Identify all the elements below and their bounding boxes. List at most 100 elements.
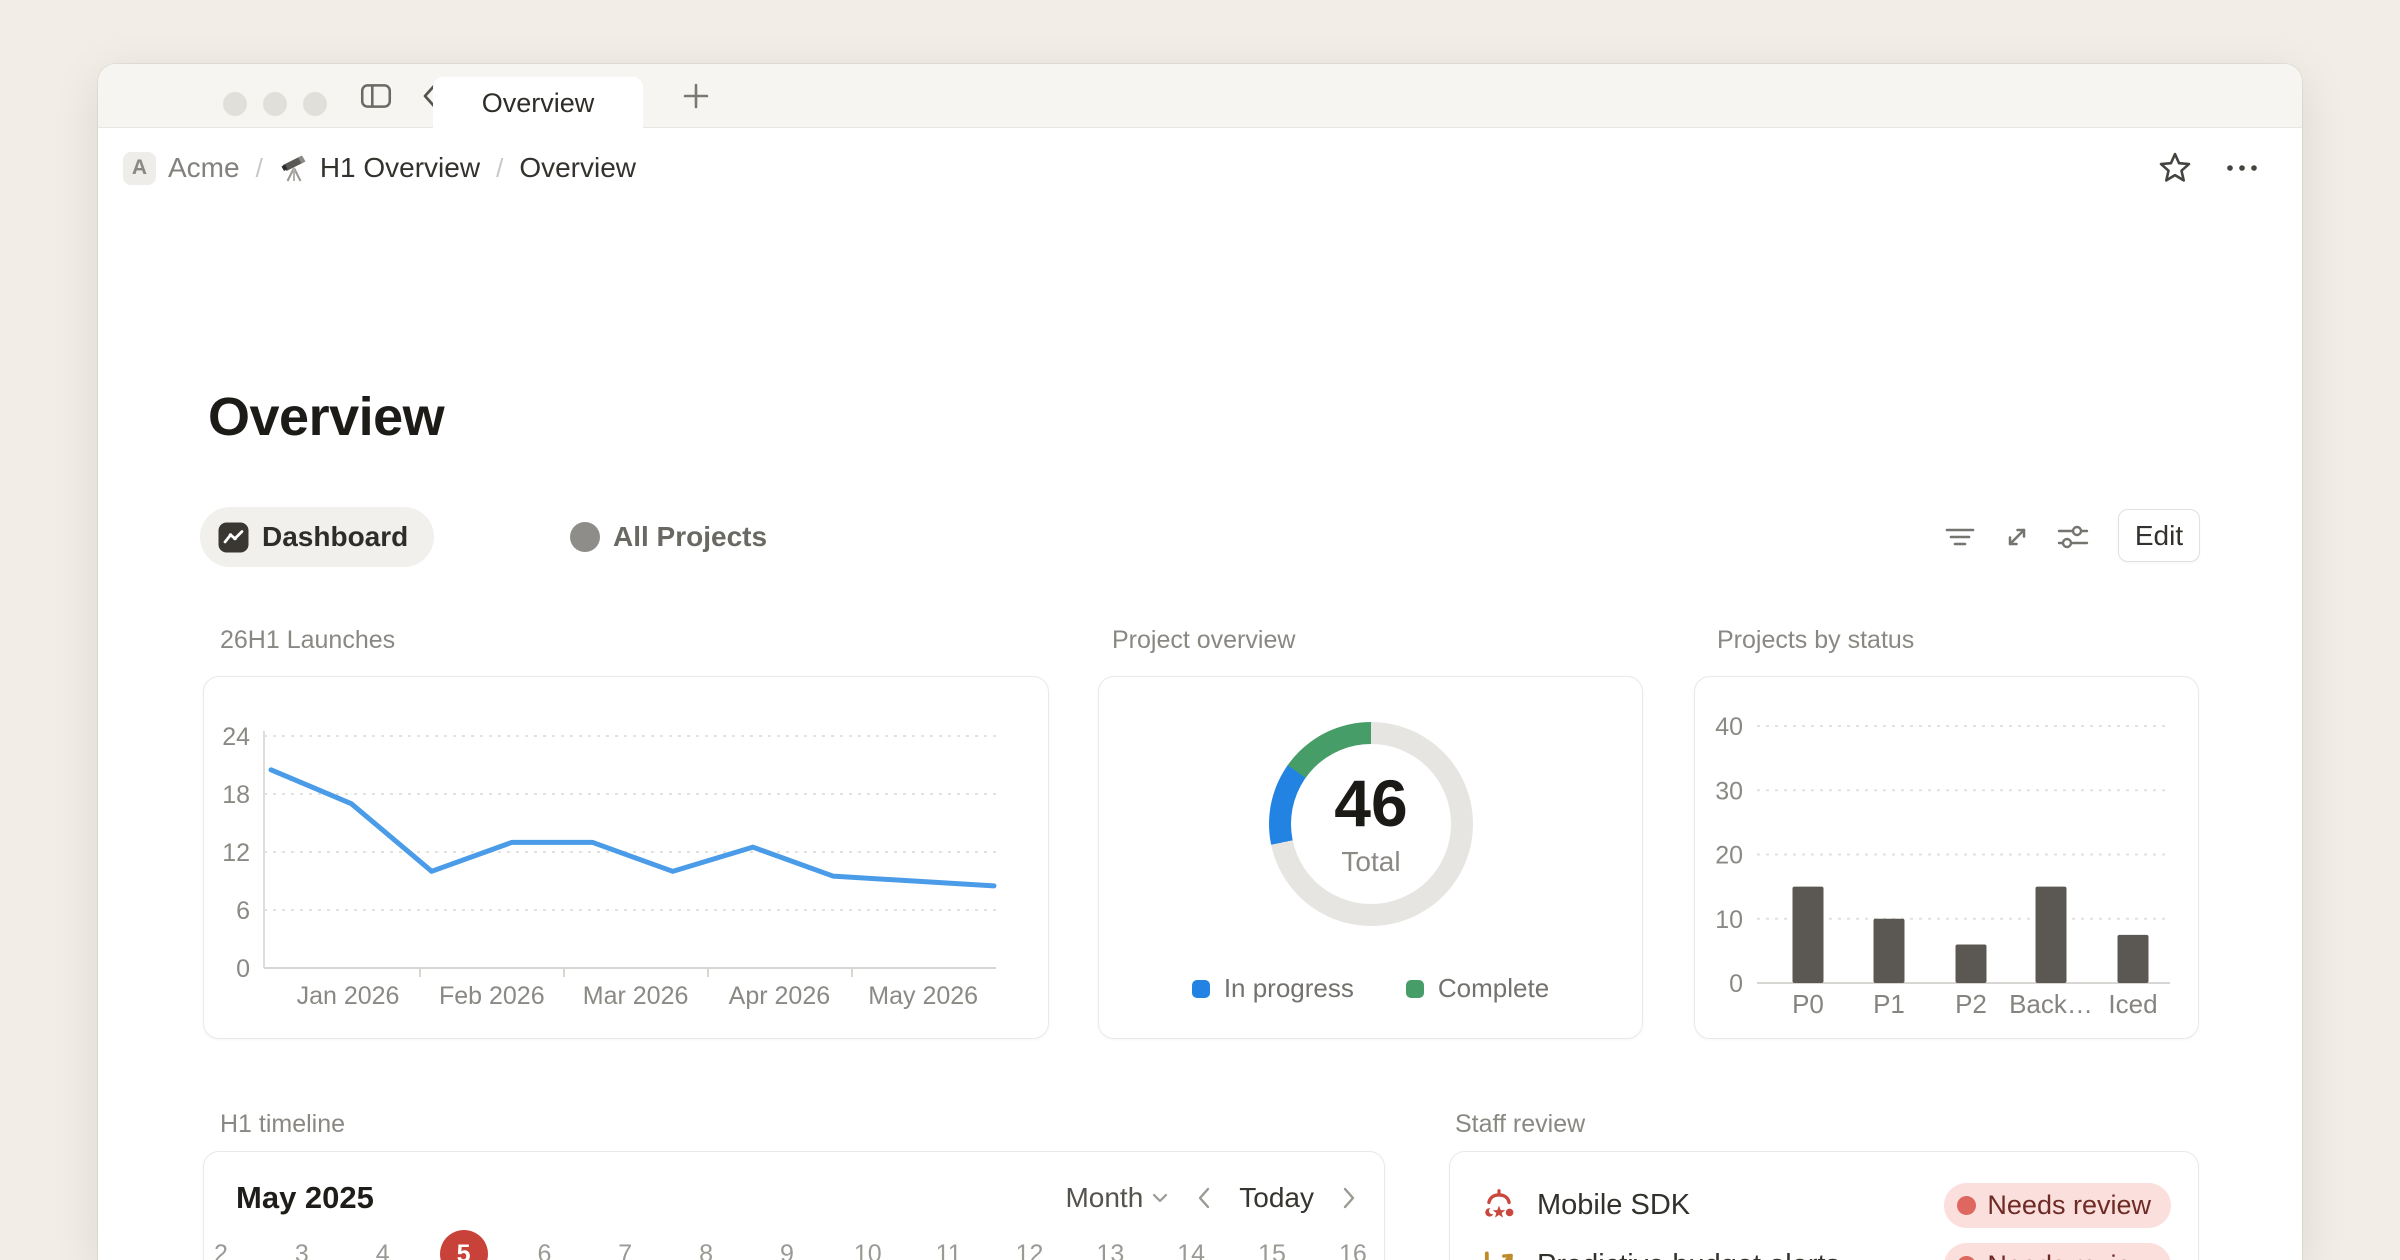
timeline-card: May 2025 Month Today: [203, 1151, 1385, 1260]
filter-button[interactable]: [1937, 514, 1983, 560]
status-badge-label: Needs review: [1987, 1250, 2151, 1260]
timeline-next-button[interactable]: [1340, 1184, 1358, 1212]
timeline-today-button[interactable]: Today: [1239, 1182, 1314, 1214]
ellipsis-icon: [2222, 149, 2262, 187]
page-content: Overview Dashboard All Projects: [98, 208, 2302, 1260]
view-tab-label: Dashboard: [262, 521, 408, 553]
sidebar-toggle-button[interactable]: [358, 78, 394, 114]
staff-review-card: Mobile SDK Needs review Predictive budge…: [1449, 1151, 2199, 1260]
svg-text:30: 30: [1715, 777, 1743, 805]
svg-text:0: 0: [236, 955, 250, 983]
svg-text:0: 0: [1729, 970, 1743, 998]
svg-text:P0: P0: [1792, 989, 1824, 1019]
timeline-day[interactable]: 6: [520, 1230, 568, 1260]
staff-row-predictive-budget-alerts[interactable]: Predictive budget alerts Needs review: [1481, 1235, 2171, 1260]
svg-text:Jan 2026: Jan 2026: [297, 982, 400, 1010]
filter-icon: [1941, 518, 1979, 556]
by-status-bar-chart: 010203040P0P1P2Back…Iced: [1695, 677, 2200, 1022]
staff-item-label: Predictive budget alerts: [1537, 1249, 1840, 1260]
timeline-day-today[interactable]: 5: [440, 1230, 488, 1260]
status-dot: [1957, 1196, 1976, 1215]
chevron-down-icon: [1151, 1191, 1169, 1205]
timeline-day[interactable]: 13: [1086, 1230, 1134, 1260]
by-status-section-title: Projects by status: [1717, 626, 1914, 655]
legend-label: In progress: [1224, 973, 1354, 1004]
timeline-month-label: May 2025: [236, 1180, 374, 1216]
staff-row-mobile-sdk[interactable]: Mobile SDK Needs review: [1481, 1175, 2171, 1235]
star-icon: [2156, 149, 2194, 187]
status-badge-label: Needs review: [1987, 1190, 2151, 1221]
timeline-day[interactable]: 9: [763, 1230, 811, 1260]
app-window: Overview A Acme / H1 Overview / Overview: [98, 64, 2302, 1260]
timeline-day[interactable]: 14: [1167, 1230, 1215, 1260]
breadcrumb-separator: /: [496, 153, 503, 184]
timeline-day[interactable]: 16: [1329, 1230, 1377, 1260]
tab-overview[interactable]: Overview: [433, 77, 643, 129]
timeline-day[interactable]: 7: [601, 1230, 649, 1260]
status-dot: [1957, 1256, 1976, 1260]
launches-section-title: 26H1 Launches: [220, 626, 395, 655]
breadcrumb-separator: /: [256, 153, 263, 184]
staff-section-title: Staff review: [1455, 1110, 1585, 1139]
traffic-light-zoom-button[interactable]: [303, 92, 327, 116]
timeline-days-row: 2 3 4 5 6 7 8 9 10 11 12 13 14 15 16: [204, 1230, 1384, 1260]
project-overview-section-title: Project overview: [1112, 626, 1295, 655]
svg-text:40: 40: [1715, 713, 1743, 741]
breadcrumb-workspace[interactable]: Acme: [168, 152, 240, 184]
expand-button[interactable]: [1994, 514, 2040, 560]
chart-icon: [1481, 1247, 1517, 1260]
svg-text:Iced: Iced: [2108, 989, 2157, 1019]
project-overview-donut-card: 46 Total In progress Complete: [1098, 676, 1643, 1039]
timeline-day[interactable]: 10: [844, 1230, 892, 1260]
svg-text:P2: P2: [1955, 989, 1987, 1019]
timeline-day[interactable]: 3: [278, 1230, 326, 1260]
traffic-light-close-button[interactable]: [223, 92, 247, 116]
edit-button[interactable]: Edit: [2118, 509, 2200, 562]
svg-text:24: 24: [222, 723, 250, 751]
svg-text:6: 6: [236, 897, 250, 925]
expand-icon: [1998, 518, 2036, 556]
sliders-icon: [2054, 518, 2092, 556]
workspace-avatar[interactable]: A: [123, 152, 156, 185]
timeline-day[interactable]: 8: [682, 1230, 730, 1260]
svg-text:May 2026: May 2026: [868, 982, 978, 1010]
status-badge-needs-review[interactable]: Needs review: [1944, 1243, 2171, 1260]
timeline-view-label: Month: [1065, 1182, 1143, 1214]
breadcrumb-current[interactable]: Overview: [519, 152, 636, 184]
plus-icon: [680, 80, 712, 112]
timeline-day[interactable]: 4: [359, 1230, 407, 1260]
launches-line-chart-card: 0 6 12 18 24 Jan 2026 Feb 2026 Mar 2026 Apr 2026…: [203, 676, 1049, 1039]
legend-item-complete: Complete: [1406, 973, 1549, 1004]
new-tab-button[interactable]: [674, 78, 718, 114]
svg-text:Back…: Back…: [2009, 989, 2093, 1019]
window-tab-bar: Overview: [98, 64, 2302, 128]
sidebar-toggle-icon: [358, 78, 394, 114]
timeline-day[interactable]: 2: [203, 1230, 245, 1260]
svg-text:Feb 2026: Feb 2026: [439, 982, 545, 1010]
donut-total-label: Total: [1341, 846, 1400, 878]
svg-text:Apr 2026: Apr 2026: [729, 982, 830, 1010]
favorite-button[interactable]: [2156, 149, 2194, 187]
svg-text:10: 10: [1715, 906, 1743, 934]
breadcrumb-parent[interactable]: H1 Overview: [320, 152, 480, 184]
timeline-section-title: H1 timeline: [220, 1110, 345, 1139]
svg-text:12: 12: [222, 839, 250, 867]
view-tab-dashboard[interactable]: Dashboard: [200, 507, 434, 567]
timeline-prev-button[interactable]: [1195, 1184, 1213, 1212]
timeline-view-selector[interactable]: Month: [1065, 1182, 1169, 1214]
timeline-day[interactable]: 15: [1248, 1230, 1296, 1260]
timeline-day[interactable]: 12: [1006, 1230, 1054, 1260]
status-badge-needs-review[interactable]: Needs review: [1944, 1183, 2171, 1228]
timeline-day[interactable]: 11: [925, 1230, 973, 1260]
svg-text:P1: P1: [1873, 989, 1905, 1019]
settings-sliders-button[interactable]: [2050, 514, 2096, 560]
donut-legend: In progress Complete: [1099, 973, 1642, 1004]
svg-text:Mar 2026: Mar 2026: [583, 982, 689, 1010]
legend-label: Complete: [1438, 973, 1549, 1004]
more-options-button[interactable]: [2222, 149, 2262, 187]
view-tab-all-projects[interactable]: All Projects: [560, 507, 777, 567]
svg-text:18: 18: [222, 781, 250, 809]
traffic-light-minimize-button[interactable]: [263, 92, 287, 116]
all-projects-icon: [570, 522, 600, 552]
view-tab-label: All Projects: [613, 521, 767, 553]
